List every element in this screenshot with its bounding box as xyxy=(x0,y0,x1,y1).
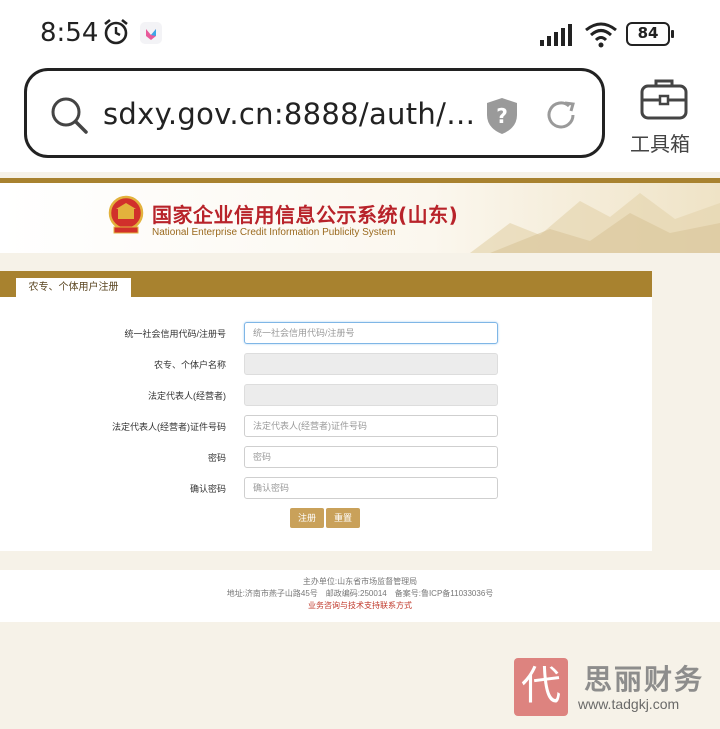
tab-individual-registration[interactable]: 农专、个体用户注册 xyxy=(16,278,131,297)
credit-code-input[interactable]: 统一社会信用代码/注册号 xyxy=(244,322,498,344)
site-header: 国家企业信用信息公示系统(山东) National Enterprise Cre… xyxy=(0,183,720,253)
form-row-id-number: 法定代表人(经营者)证件号码 法定代表人(经营者)证件号码 xyxy=(0,415,652,437)
toolbox-label: 工具箱 xyxy=(630,132,690,156)
credit-code-label: 统一社会信用代码/注册号 xyxy=(124,329,226,339)
site-footer: 主办单位:山东省市场监督管理局 地址:济南市燕子山路45号 邮政编码:25001… xyxy=(0,570,720,622)
status-time: 8:54 xyxy=(40,18,99,48)
form-row-password: 密码 密码 xyxy=(0,446,652,468)
battery-icon: 84 xyxy=(626,22,674,46)
battery-level: 84 xyxy=(626,22,670,46)
id-number-label: 法定代表人(经营者)证件号码 xyxy=(112,422,226,432)
web-page: 国家企业信用信息公示系统(山东) National Enterprise Cre… xyxy=(0,172,720,729)
id-number-input[interactable]: 法定代表人(经营者)证件号码 xyxy=(244,415,498,437)
footer-support-link[interactable]: 业务咨询与技术支持联系方式 xyxy=(70,600,650,611)
site-title-english: National Enterprise Credit Information P… xyxy=(152,227,396,238)
business-name-label: 农专、个体户名称 xyxy=(153,360,226,370)
reload-icon[interactable] xyxy=(543,97,579,133)
legal-rep-label: 法定代表人(经营者) xyxy=(148,391,226,401)
footer-sponsor: 主办单位:山东省市场监督管理局 xyxy=(302,577,418,586)
national-emblem-icon xyxy=(108,195,144,234)
toolbox-button[interactable]: 工具箱 xyxy=(628,76,700,156)
tab-bar: 农专、个体用户注册 xyxy=(0,271,652,297)
form-row-confirm-password: 确认密码 确认密码 xyxy=(0,477,652,499)
footer-address: 地址:济南市燕子山路45号 邮政编码:250014 备案号:鲁ICP备11033… xyxy=(226,589,494,598)
reset-button[interactable]: 重置 xyxy=(326,508,360,528)
confirm-password-label: 确认密码 xyxy=(189,484,226,494)
notification-app-icon xyxy=(140,22,162,44)
toolbox-icon xyxy=(640,79,688,120)
form-row-credit-code: 统一社会信用代码/注册号 统一社会信用代码/注册号 xyxy=(0,322,652,344)
legal-rep-input[interactable] xyxy=(244,384,498,406)
password-label: 密码 xyxy=(207,453,226,463)
svg-text:?: ? xyxy=(496,104,508,128)
security-shield-icon[interactable]: ? xyxy=(485,97,519,135)
register-button[interactable]: 注册 xyxy=(290,508,324,528)
mountain-illustration xyxy=(470,193,720,253)
url-text[interactable]: sdxy.gov.cn:8888/auth/… xyxy=(103,97,475,131)
cellular-signal-icon xyxy=(540,24,572,46)
site-title-chinese: 国家企业信用信息公示系统(山东) xyxy=(152,203,459,227)
watermark: 代 思丽财务 www.tadgkj.com xyxy=(514,658,714,718)
address-bar[interactable]: sdxy.gov.cn:8888/auth/… ? xyxy=(24,68,605,158)
business-name-input[interactable] xyxy=(244,353,498,375)
confirm-password-input[interactable]: 确认密码 xyxy=(244,477,498,499)
alarm-clock-icon xyxy=(104,18,128,45)
search-icon xyxy=(51,97,88,134)
form-row-business-name: 农专、个体户名称 xyxy=(0,353,652,375)
watermark-url: www.tadgkj.com xyxy=(578,696,680,712)
watermark-brand: 思丽财务 xyxy=(584,663,705,696)
watermark-seal: 代 xyxy=(514,658,568,716)
form-row-legal-rep: 法定代表人(经营者) xyxy=(0,384,652,406)
status-bar: 8:54 84 xyxy=(0,0,720,66)
password-input[interactable]: 密码 xyxy=(244,446,498,468)
wifi-icon xyxy=(585,22,617,48)
